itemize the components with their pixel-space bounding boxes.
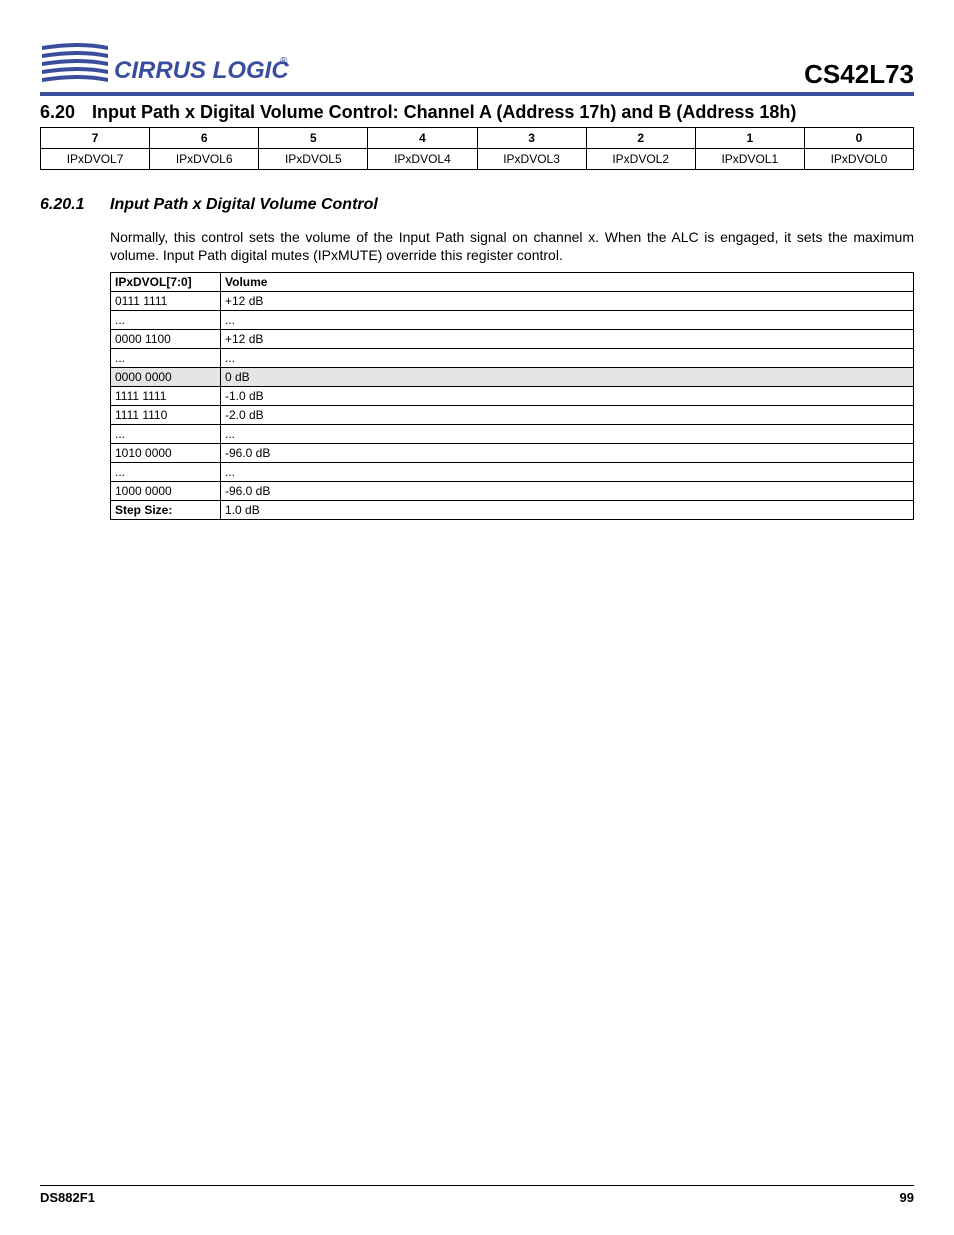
bit-cell: IPxDVOL6	[150, 149, 259, 170]
vol-code: 1111 1111	[111, 387, 221, 406]
bit-header: 1	[695, 128, 804, 149]
table-row: 1111 1111-1.0 dB	[111, 387, 914, 406]
bit-header: 7	[41, 128, 150, 149]
bit-header: 5	[259, 128, 368, 149]
bit-header: 6	[150, 128, 259, 149]
vol-value: ...	[221, 463, 914, 482]
bit-cell: IPxDVOL0	[804, 149, 913, 170]
page-footer: DS882F1 99	[40, 1185, 914, 1205]
bit-header: 0	[804, 128, 913, 149]
volume-table: IPxDVOL[7:0] Volume 0111 1111+12 dB.....…	[110, 272, 914, 520]
table-row: ......	[111, 311, 914, 330]
table-row: 1111 1110-2.0 dB	[111, 406, 914, 425]
section-heading: 6.20 Input Path x Digital Volume Control…	[40, 102, 914, 123]
page-header: CIRRUS LOGIC ® CS42L73	[40, 36, 914, 90]
header-divider	[40, 92, 914, 96]
vol-code: ...	[111, 311, 221, 330]
section-number: 6.20	[40, 102, 92, 123]
table-row: 0111 1111+12 dB	[111, 292, 914, 311]
content-body: Normally, this control sets the volume o…	[110, 228, 914, 520]
vol-code: 0111 1111	[111, 292, 221, 311]
logo-icon: CIRRUS LOGIC ®	[40, 36, 290, 90]
section-title: Input Path x Digital Volume Control: Cha…	[92, 102, 796, 123]
page-number: 99	[900, 1190, 914, 1205]
table-row: 0000 1100+12 dB	[111, 330, 914, 349]
bit-cell: IPxDVOL4	[368, 149, 477, 170]
table-row: 7 6 5 4 3 2 1 0	[41, 128, 914, 149]
doc-id: DS882F1	[40, 1190, 95, 1205]
bit-cell: IPxDVOL3	[477, 149, 586, 170]
bit-cell: IPxDVOL2	[586, 149, 695, 170]
vol-value: -96.0 dB	[221, 482, 914, 501]
bit-cell: IPxDVOL1	[695, 149, 804, 170]
vol-value: +12 dB	[221, 330, 914, 349]
table-row: 1000 0000-96.0 dB	[111, 482, 914, 501]
vol-header: IPxDVOL[7:0]	[111, 273, 221, 292]
subsection-number: 6.20.1	[40, 196, 110, 214]
svg-text:CIRRUS LOGIC: CIRRUS LOGIC	[114, 57, 289, 84]
table-row: IPxDVOL[7:0] Volume	[111, 273, 914, 292]
table-row: ......	[111, 349, 914, 368]
vol-code: 1111 1110	[111, 406, 221, 425]
subsection-title: Input Path x Digital Volume Control	[110, 196, 378, 214]
bit-field-table: 7 6 5 4 3 2 1 0 IPxDVOL7 IPxDVOL6 IPxDVO…	[40, 127, 914, 170]
vol-value: -2.0 dB	[221, 406, 914, 425]
table-row: IPxDVOL7 IPxDVOL6 IPxDVOL5 IPxDVOL4 IPxD…	[41, 149, 914, 170]
vol-code: ...	[111, 463, 221, 482]
step-size-value: 1.0 dB	[221, 501, 914, 520]
footer-divider	[40, 1185, 914, 1186]
table-row: ......	[111, 463, 914, 482]
table-row: 0000 00000 dB	[111, 368, 914, 387]
svg-text:®: ®	[280, 56, 288, 67]
vol-code: 0000 1100	[111, 330, 221, 349]
vol-code: 1010 0000	[111, 444, 221, 463]
vol-value: 0 dB	[221, 368, 914, 387]
vol-value: ...	[221, 349, 914, 368]
step-size-label: Step Size:	[111, 501, 221, 520]
vol-value: -96.0 dB	[221, 444, 914, 463]
vol-value: ...	[221, 425, 914, 444]
paragraph-text: Normally, this control sets the volume o…	[110, 228, 914, 264]
table-row: Step Size: 1.0 dB	[111, 501, 914, 520]
bit-header: 2	[586, 128, 695, 149]
vol-code: ...	[111, 425, 221, 444]
vol-code: 1000 0000	[111, 482, 221, 501]
part-number: CS42L73	[804, 59, 914, 90]
vol-code: ...	[111, 349, 221, 368]
bit-cell: IPxDVOL5	[259, 149, 368, 170]
subsection-heading: 6.20.1 Input Path x Digital Volume Contr…	[40, 196, 914, 214]
table-row: ......	[111, 425, 914, 444]
table-row: 1010 0000-96.0 dB	[111, 444, 914, 463]
bit-cell: IPxDVOL7	[41, 149, 150, 170]
vol-header: Volume	[221, 273, 914, 292]
bit-header: 4	[368, 128, 477, 149]
bit-header: 3	[477, 128, 586, 149]
vol-code: 0000 0000	[111, 368, 221, 387]
vol-value: ...	[221, 311, 914, 330]
vol-value: -1.0 dB	[221, 387, 914, 406]
cirrus-logic-logo: CIRRUS LOGIC ®	[40, 36, 290, 90]
vol-value: +12 dB	[221, 292, 914, 311]
